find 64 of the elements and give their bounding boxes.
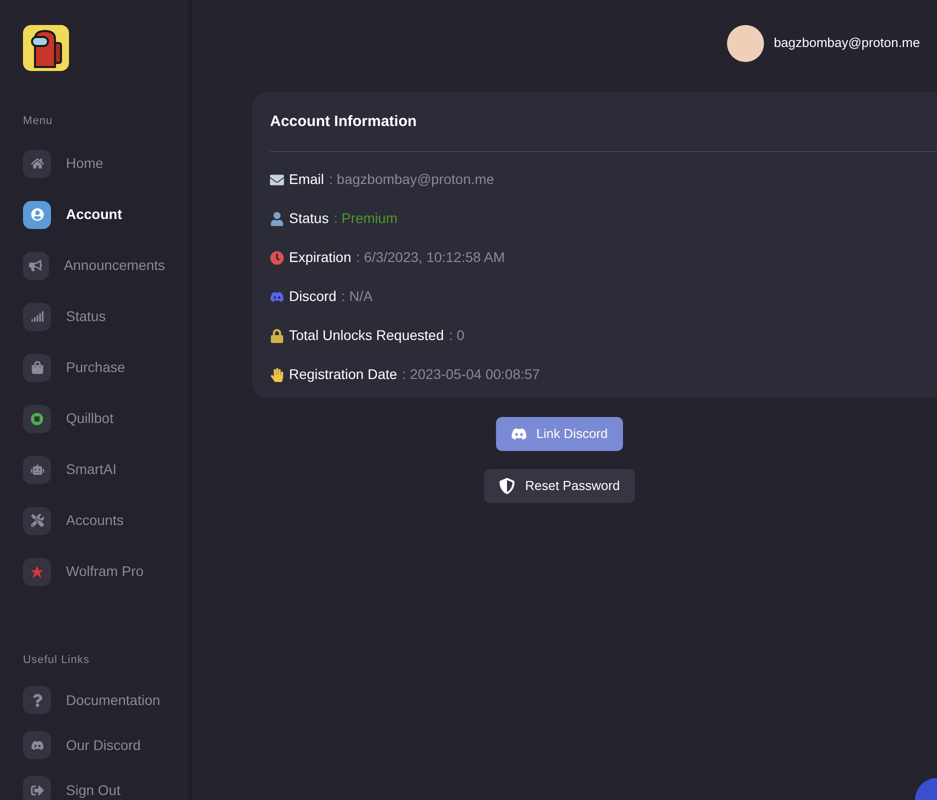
nav-item[interactable]: Accounts: [23, 506, 165, 534]
section-label: Useful Links: [23, 652, 91, 668]
robot-icon: [30, 463, 44, 476]
card-title: Account Information: [270, 92, 937, 152]
nav-item[interactable]: Our Discord: [23, 731, 165, 759]
shield-icon: [499, 478, 516, 494]
avatar[interactable]: [726, 24, 764, 62]
nav-item[interactable]: Home: [23, 150, 165, 178]
field-label: Expiration: [289, 248, 352, 267]
sign-out-icon: [30, 784, 44, 796]
field-value: : 2023-05-04 00:08:57: [402, 365, 540, 384]
nav-label: Purchase: [66, 358, 126, 377]
nav-item[interactable]: Sign Out: [23, 776, 165, 800]
field-label: Total Unlocks Requested: [289, 326, 444, 345]
nav-item[interactable]: Purchase: [23, 354, 165, 382]
field-value: : 6/3/2023, 10:12:58 AM: [356, 248, 505, 267]
home-icon: [30, 157, 44, 170]
nav-item[interactable]: Documentation: [23, 686, 165, 714]
nav-label: Account: [66, 205, 122, 224]
discord-icon: [270, 290, 284, 304]
nav-label: Home: [66, 154, 104, 173]
nav-label: SmartAI: [66, 460, 117, 479]
reset-password-button[interactable]: Reset Password: [484, 469, 635, 503]
discord-icon: [511, 426, 528, 442]
megaphone-icon: [29, 259, 42, 272]
alarm-clock-icon: [270, 250, 284, 264]
logo-icon: [23, 25, 69, 71]
star-icon: [30, 564, 44, 578]
nav-label: Documentation: [66, 690, 160, 710]
nav-label: Our Discord: [66, 736, 141, 754]
field-label: Registration Date: [289, 365, 398, 384]
field-value: : bagzbombay@proton.me: [329, 170, 494, 189]
field-value: : N/A: [341, 287, 373, 306]
bar-chart-icon: [30, 310, 44, 323]
user-icon: [270, 212, 284, 226]
discord-icon: [30, 738, 44, 752]
section-label: Menu: [23, 114, 54, 129]
field-value: : Premium: [334, 209, 398, 228]
bag-icon: [30, 361, 44, 374]
field-value: : 0: [448, 326, 464, 345]
nav-item[interactable]: SmartAI: [23, 456, 165, 484]
circle-logo-icon: [30, 412, 44, 426]
nav-label: Quillbot: [66, 409, 114, 428]
nav-label: Accounts: [66, 511, 124, 530]
nav-item[interactable]: Account: [23, 200, 165, 228]
nav-item[interactable]: Wolfram Pro: [23, 558, 165, 586]
nav-label: Status: [66, 307, 106, 326]
field-label: Discord: [289, 287, 336, 306]
waving-hand-icon: [270, 368, 284, 382]
link-discord-button[interactable]: Link Discord: [496, 417, 623, 451]
nav-item[interactable]: Quillbot: [23, 404, 165, 432]
envelope-icon: [270, 172, 284, 186]
field-label: Status: [289, 209, 329, 228]
tools-icon: [30, 514, 44, 527]
nav-label: Wolfram Pro: [66, 562, 144, 581]
nav-label: Sign Out: [66, 780, 120, 800]
nav-label: Announcements: [64, 256, 165, 275]
lock-icon: [270, 328, 284, 342]
user-icon: [30, 208, 44, 221]
user-email: bagzbombay@proton.me: [774, 34, 920, 52]
question-icon: [30, 694, 44, 706]
field-label: Email: [289, 170, 324, 189]
nav-item[interactable]: Status: [23, 302, 165, 330]
nav-item[interactable]: Announcements: [23, 252, 165, 280]
